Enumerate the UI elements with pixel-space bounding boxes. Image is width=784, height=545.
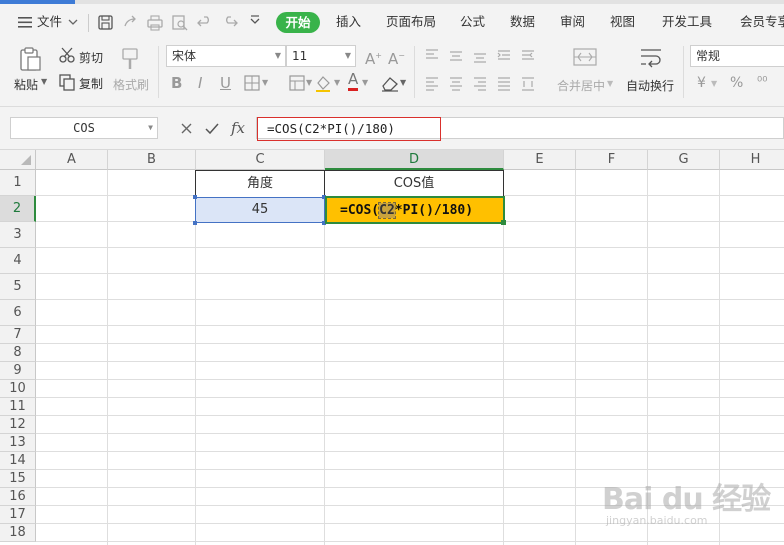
cell-d2-formula-end: *PI()/180)	[394, 203, 474, 218]
thousands-separator-icon[interactable]: ⁰⁰	[757, 75, 767, 90]
formula-bar: COS ▼ fx =COS(C2*PI()/180)	[0, 107, 784, 150]
confirm-check-icon[interactable]	[205, 122, 219, 135]
wrap-text-icon[interactable]	[638, 46, 664, 68]
tab-data[interactable]: 数据	[510, 12, 535, 32]
paste-icon[interactable]	[17, 46, 43, 72]
font-color-icon[interactable]: A	[348, 71, 359, 91]
undo-icon[interactable]	[196, 14, 214, 32]
chevron-down-icon[interactable]	[68, 17, 78, 27]
row-header-6[interactable]: 6	[0, 300, 36, 326]
font-size-select[interactable]: 11 ▼	[286, 45, 356, 67]
cell-d2-formula-ref: C2	[378, 202, 396, 219]
tab-view[interactable]: 视图	[610, 12, 635, 32]
row-header-18[interactable]: 18	[0, 524, 36, 542]
row-header-8[interactable]: 8	[0, 344, 36, 362]
italic-icon[interactable]: I	[198, 73, 202, 93]
cell-c2[interactable]: 45	[195, 197, 325, 223]
formula-text: =COS(C2*PI()/180)	[257, 117, 441, 141]
tab-formulas[interactable]: 公式	[460, 12, 485, 32]
column-header-c[interactable]: C	[196, 150, 325, 170]
tab-member[interactable]: 会员专享	[740, 12, 784, 32]
horizontal-align-icons[interactable]	[424, 76, 544, 92]
clear-format-icon[interactable]	[380, 74, 400, 92]
row-header-5[interactable]: 5	[0, 274, 36, 300]
merge-center-icon[interactable]	[572, 46, 598, 68]
font-name-select[interactable]: 宋体 ▼	[166, 45, 286, 67]
fill-handle[interactable]	[501, 220, 506, 225]
name-box[interactable]: COS ▼	[10, 117, 158, 139]
redo-icon[interactable]	[221, 14, 239, 32]
cell-d2-formula-start: =COS(	[340, 203, 380, 218]
merge-center-button[interactable]: 合并居中	[557, 77, 605, 94]
underline-icon[interactable]: U	[220, 73, 231, 93]
column-header-d[interactable]: D	[325, 150, 504, 170]
percent-format-button[interactable]: %	[730, 75, 743, 91]
ribbon-toolbar: 粘贴 ▼ 剪切 复制 格式刷 宋体 ▼ 11 ▼ A+ A− B I U ▼ ▼ ▼…	[0, 40, 784, 107]
row-header-16[interactable]: 16	[0, 488, 36, 506]
print-icon[interactable]	[146, 14, 164, 32]
row-header-14[interactable]: 14	[0, 452, 36, 470]
increase-font-icon[interactable]: A+	[365, 46, 382, 68]
quick-access-dropdown-icon[interactable]	[249, 15, 261, 27]
share-icon[interactable]	[122, 14, 140, 32]
file-menu[interactable]: 文件	[37, 12, 62, 32]
tab-insert[interactable]: 插入	[336, 12, 361, 32]
format-painter-icon[interactable]	[119, 46, 141, 72]
tab-developer[interactable]: 开发工具	[662, 12, 712, 32]
row-header-2[interactable]: 2	[0, 196, 36, 222]
formula-input[interactable]: =COS(C2*PI()/180)	[256, 117, 784, 141]
column-header-g[interactable]: G	[648, 150, 720, 170]
cut-button[interactable]: 剪切	[79, 49, 103, 66]
cell-d1[interactable]: COS值	[324, 170, 504, 197]
row-header-7[interactable]: 7	[0, 326, 36, 344]
column-header-f[interactable]: F	[576, 150, 648, 170]
row-header-17[interactable]: 17	[0, 506, 36, 524]
column-header-h[interactable]: H	[720, 150, 784, 170]
hamburger-menu-icon[interactable]	[17, 15, 33, 29]
cell-c1[interactable]: 角度	[195, 170, 325, 197]
select-all-button[interactable]	[0, 150, 36, 170]
currency-format-button[interactable]: ¥	[697, 75, 706, 91]
wrap-text-button[interactable]: 自动换行	[626, 77, 674, 94]
save-icon[interactable]	[97, 14, 115, 32]
row-header-13[interactable]: 13	[0, 434, 36, 452]
paste-button[interactable]: 粘贴	[14, 76, 38, 93]
copy-icon[interactable]	[58, 73, 76, 91]
cancel-icon[interactable]	[180, 122, 193, 135]
tab-review[interactable]: 审阅	[560, 12, 585, 32]
fill-color-icon[interactable]	[314, 74, 332, 92]
column-header-e[interactable]: E	[504, 150, 576, 170]
row-header-4[interactable]: 4	[0, 248, 36, 274]
column-header-b[interactable]: B	[108, 150, 196, 170]
scissors-icon[interactable]	[58, 46, 76, 64]
tab-home[interactable]: 开始	[276, 12, 320, 33]
tab-page-layout[interactable]: 页面布局	[386, 12, 436, 32]
row-header-11[interactable]: 11	[0, 398, 36, 416]
cell-d2-editing[interactable]: =COS(C2*PI()/180)	[325, 196, 505, 224]
window-top-strip	[0, 0, 784, 4]
row-header-15[interactable]: 15	[0, 470, 36, 488]
row-header-12[interactable]: 12	[0, 416, 36, 434]
row-header-10[interactable]: 10	[0, 380, 36, 398]
bold-icon[interactable]: B	[171, 73, 182, 93]
borders-icon[interactable]	[244, 75, 260, 91]
format-painter-button[interactable]: 格式刷	[113, 76, 149, 93]
menu-bar: 文件 开始 插入 页面布局 公式 数据 审阅 视图 开发工具 会员专享	[0, 0, 784, 40]
insert-function-icon[interactable]: fx	[231, 119, 245, 137]
row-header-3[interactable]: 3	[0, 222, 36, 248]
number-format-select[interactable]: 常规	[690, 45, 784, 67]
print-preview-icon[interactable]	[171, 14, 189, 32]
decrease-font-icon[interactable]: A−	[388, 46, 405, 68]
baidu-jingyan-watermark: Bai du 经验 jingyan.baidu.com	[602, 482, 771, 527]
cell-style-icon[interactable]	[289, 75, 305, 91]
column-header-a[interactable]: A	[36, 150, 108, 170]
vertical-align-icons[interactable]	[424, 48, 534, 64]
copy-button[interactable]: 复制	[79, 75, 103, 92]
spreadsheet-grid[interactable]: A B C D E F G H 1 2 3 4 5 6 7 8 9 10 11 …	[0, 150, 784, 545]
row-header-9[interactable]: 9	[0, 362, 36, 380]
row-header-1[interactable]: 1	[0, 170, 36, 196]
